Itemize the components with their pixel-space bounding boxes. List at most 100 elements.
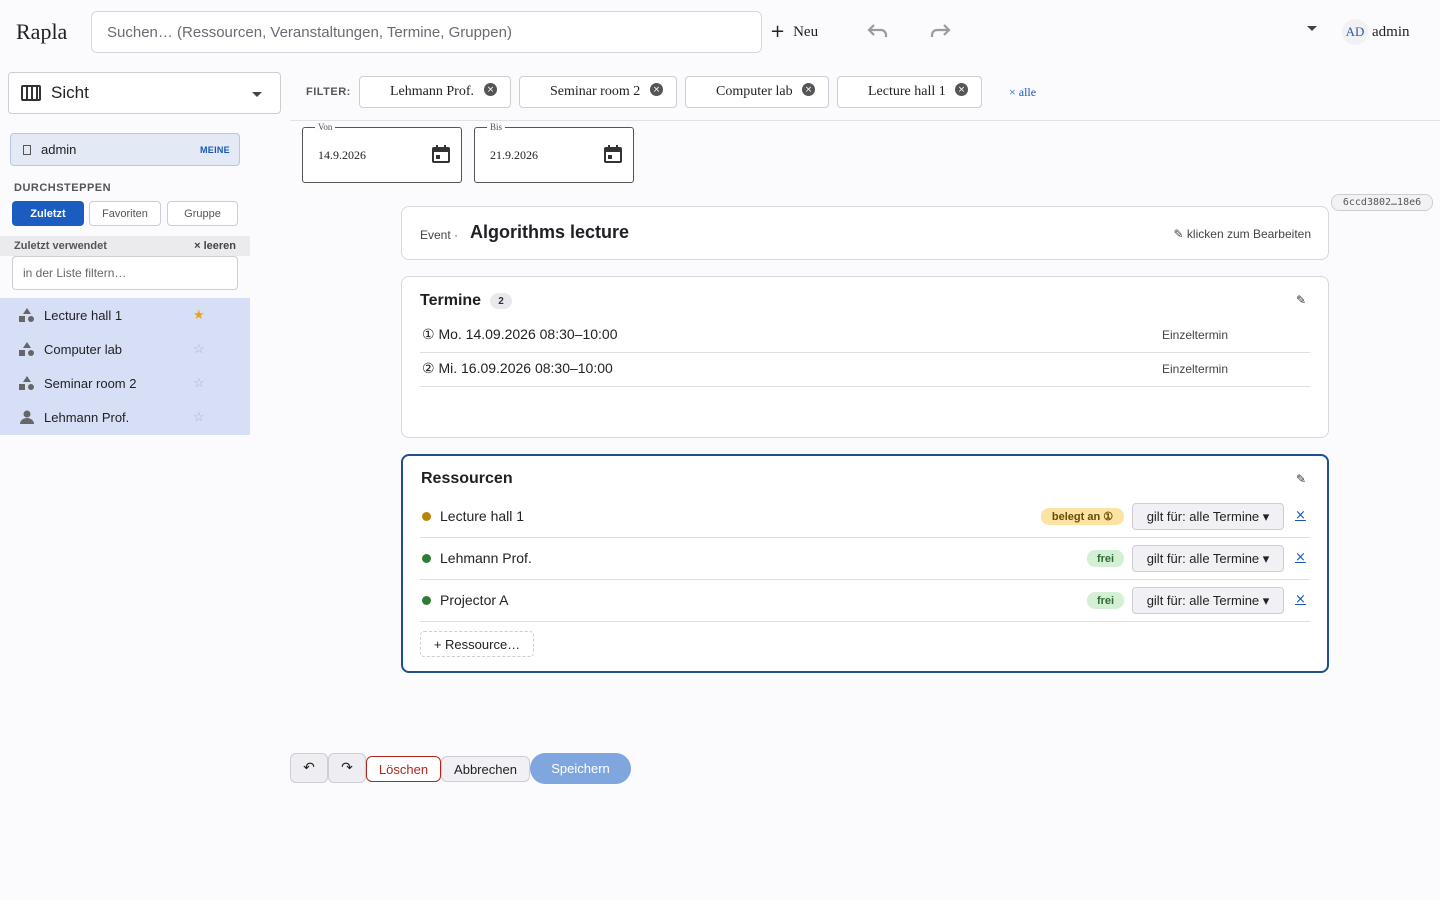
close-icon[interactable]: × <box>650 83 663 96</box>
save-button[interactable]: Speichern <box>530 753 631 784</box>
list-item-label: Computer lab <box>44 341 123 357</box>
event-header-card[interactable]: Event · Algorithms lecture ✎ klicken zum… <box>401 206 1329 260</box>
from-date-label: Von <box>315 122 336 132</box>
clear-all-filters-button[interactable]: × alle <box>1009 85 1036 100</box>
resource-name: Lecture hall 1 <box>440 508 525 524</box>
to-date-label: Bis <box>487 122 506 132</box>
calendar-icon[interactable] <box>603 144 623 164</box>
list-item-label: Lecture hall 1 <box>44 307 123 323</box>
filter-chip[interactable]: Seminar room 2 × <box>519 76 677 108</box>
top-bar: Rapla + Neu AD admin <box>0 0 1440 64</box>
resource-icon <box>19 342 34 356</box>
filter-label: FILTER: <box>306 86 351 98</box>
calendar-view-icon <box>21 85 41 101</box>
termine-count-badge: 2 <box>490 293 512 309</box>
status-badge: belegt an ① <box>1041 508 1124 525</box>
scope-select[interactable]: gilt für: alle Termine ▾ <box>1132 503 1284 530</box>
edit-icon[interactable]: ✎ <box>1296 472 1306 486</box>
close-icon[interactable]: × <box>484 83 497 96</box>
termine-title: Termine <box>420 292 482 309</box>
termin-date: ② Mi. 16.09.2026 08:30–10:00 <box>422 360 613 376</box>
edit-icon[interactable]: ✎ <box>1296 293 1306 307</box>
edit-hint[interactable]: ✎ klicken zum Bearbeiten <box>1174 227 1311 241</box>
chevron-down-icon <box>252 92 262 97</box>
termin-row[interactable]: ② Mi. 16.09.2026 08:30–10:00 Einzeltermi… <box>420 353 1310 387</box>
status-dot <box>422 596 431 605</box>
undo-button[interactable]: ↶ <box>290 753 328 783</box>
termin-row[interactable]: ① Mo. 14.09.2026 08:30–10:00 Einzeltermi… <box>420 319 1310 353</box>
section-title: DURCHSTEPPEN <box>14 182 112 194</box>
filter-chip[interactable]: Lehmann Prof. × <box>359 76 511 108</box>
from-date-value[interactable]: 14.9.2026 <box>318 148 366 163</box>
tab-recent[interactable]: Zuletzt <box>12 201 84 226</box>
status-badge: frei <box>1087 592 1124 609</box>
resource-name: Lehmann Prof. <box>440 550 532 566</box>
clear-recent-button[interactable]: × leeren <box>194 240 236 252</box>
star-icon[interactable]: ★ <box>193 307 205 323</box>
tab-favorites[interactable]: Favoriten <box>89 201 161 226</box>
filter-chip-label: Lecture hall 1 <box>868 84 946 99</box>
search-input[interactable] <box>91 11 762 53</box>
star-icon[interactable]: ☆ <box>193 341 205 357</box>
my-calendar-name: admin <box>41 142 77 157</box>
termine-card: Termine 2 ✎ ① Mo. 14.09.2026 08:30–10:00… <box>401 276 1329 438</box>
scope-select[interactable]: gilt für: alle Termine ▾ <box>1132 587 1284 614</box>
to-date-field[interactable]: Bis 21.9.2026 <box>474 122 634 183</box>
star-icon[interactable]: ☆ <box>193 409 205 425</box>
remove-resource-button[interactable]: × <box>1295 550 1306 565</box>
new-button-label: Neu <box>793 23 819 40</box>
event-type-label: Event · <box>420 228 459 242</box>
calendar-icon[interactable] <box>431 144 451 164</box>
list-item[interactable]: Seminar room 2 ☆ <box>0 366 250 400</box>
termin-kind: Einzeltermin <box>1162 328 1229 342</box>
status-badge: frei <box>1087 550 1124 567</box>
user-name: admin <box>1372 23 1410 40</box>
resource-icon <box>19 376 34 390</box>
filter-chip-label: Computer lab <box>716 84 793 99</box>
list-item-label: Lehmann Prof. <box>44 409 130 425</box>
recent-header: Zuletzt verwendet × leeren <box>0 236 250 256</box>
list-item[interactable]: Computer lab ☆ <box>0 332 250 366</box>
resource-row: Lecture hall 1 belegt an ① gilt für: all… <box>420 496 1310 538</box>
ressourcen-title: Ressourcen <box>421 470 513 487</box>
scope-select[interactable]: gilt für: alle Termine ▾ <box>1132 545 1284 572</box>
redo-icon[interactable] <box>928 20 954 44</box>
list-filter-input[interactable] <box>12 256 238 290</box>
checkbox-icon[interactable] <box>23 144 31 155</box>
resource-row: Projector A frei gilt für: alle Termine … <box>420 580 1310 622</box>
close-icon[interactable]: × <box>955 83 968 96</box>
star-icon[interactable]: ☆ <box>193 375 205 391</box>
filter-chip[interactable]: Computer lab × <box>685 76 829 108</box>
list-item[interactable]: Lecture hall 1 ★ <box>0 298 250 332</box>
my-calendar-item[interactable]: admin MEINE <box>10 133 240 166</box>
filter-chip-label: Seminar room 2 <box>550 84 641 99</box>
resource-name: Projector A <box>440 592 509 608</box>
chevron-down-icon[interactable] <box>1307 26 1317 31</box>
remove-resource-button[interactable]: × <box>1295 508 1306 523</box>
remove-resource-button[interactable]: × <box>1295 592 1306 607</box>
termin-kind: Einzeltermin <box>1162 362 1229 376</box>
filter-chip[interactable]: Lecture hall 1 × <box>837 76 982 108</box>
my-calendar-tag: MEINE <box>199 145 230 155</box>
delete-button[interactable]: Löschen <box>366 756 441 782</box>
event-title: Algorithms lecture <box>470 222 630 242</box>
redo-button[interactable]: ↷ <box>328 753 366 783</box>
undo-icon[interactable] <box>864 20 890 44</box>
avatar: AD <box>1342 19 1368 45</box>
termin-date: ① Mo. 14.09.2026 08:30–10:00 <box>422 326 618 342</box>
tab-group[interactable]: Gruppe <box>167 201 238 226</box>
list-item[interactable]: Lehmann Prof. ☆ <box>0 400 250 434</box>
cancel-button[interactable]: Abbrechen <box>441 756 530 782</box>
user-menu[interactable]: AD admin <box>1342 19 1410 45</box>
from-date-field[interactable]: Von 14.9.2026 <box>302 122 462 183</box>
new-button[interactable]: + Neu <box>770 20 818 44</box>
resource-row: Lehmann Prof. frei gilt für: alle Termin… <box>420 538 1310 580</box>
view-select[interactable]: Sicht <box>8 72 281 114</box>
add-resource-button[interactable]: + Ressource… <box>420 631 534 657</box>
recent-title: Zuletzt verwendet <box>14 240 107 252</box>
person-icon <box>20 410 34 424</box>
to-date-value[interactable]: 21.9.2026 <box>490 148 538 163</box>
close-icon[interactable]: × <box>802 83 815 96</box>
filter-chip-label: Lehmann Prof. <box>390 84 474 99</box>
app-logo[interactable]: Rapla <box>16 19 67 45</box>
